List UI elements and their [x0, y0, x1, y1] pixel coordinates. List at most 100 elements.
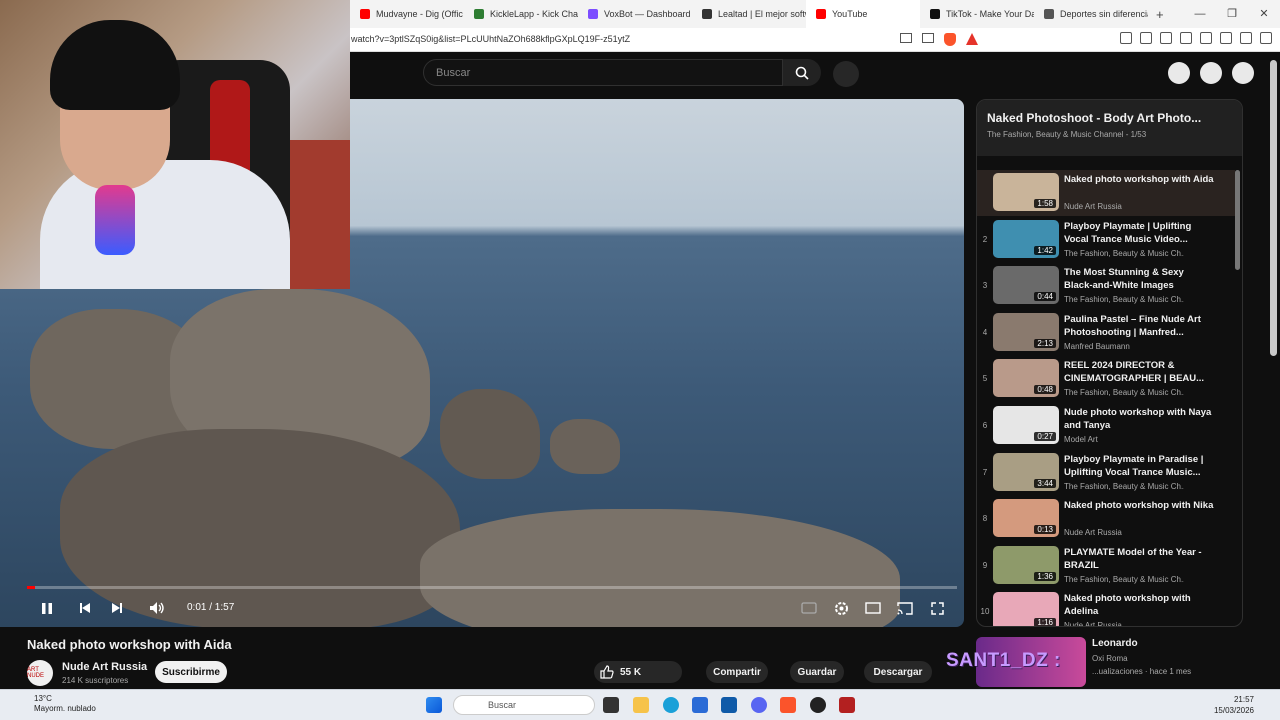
- download-icon[interactable]: [1140, 32, 1152, 44]
- next-button[interactable]: [108, 599, 126, 617]
- browser-tab[interactable]: Mudvayne - Dig (Offic: [350, 0, 464, 28]
- subscribe-button[interactable]: Suscribirme: [155, 661, 227, 683]
- weather-widget[interactable]: 13°C Mayorm. nublado: [10, 694, 96, 714]
- tab-favicon-icon: [474, 9, 484, 19]
- page-scrollbar[interactable]: [1270, 60, 1277, 356]
- url-actions: [900, 33, 978, 46]
- browser-tab[interactable]: Lealtad | El mejor softw: [692, 0, 806, 28]
- gear-icon: [834, 601, 848, 615]
- settings-button[interactable]: [832, 599, 850, 617]
- restore-icon[interactable]: ❐: [1216, 0, 1248, 28]
- create-button[interactable]: [1168, 62, 1190, 84]
- screen: Mudvayne - Dig (Offic KickleLapp - Kick C…: [0, 0, 1280, 720]
- brave-shield-icon[interactable]: [944, 33, 956, 46]
- search-button[interactable]: [783, 59, 821, 86]
- voice-search-button[interactable]: [833, 61, 859, 87]
- url-field[interactable]: watch?v=3ptlSZqS0ig&list=PLcUUhtNaZOh688…: [351, 34, 630, 44]
- player-controls: 0:01 / 1:57: [0, 579, 964, 627]
- browser-tab[interactable]: YouTube: [806, 0, 920, 28]
- video-frame-rock: [550, 419, 620, 474]
- screenshot-icon[interactable]: [1120, 32, 1132, 44]
- subtitles-button[interactable]: [800, 599, 818, 617]
- start-icon[interactable]: [426, 697, 442, 713]
- outlook-icon[interactable]: [721, 697, 737, 713]
- browser-tab[interactable]: KickleLapp - Kick Chat: [464, 0, 578, 28]
- playlist-item-index: 9: [982, 560, 988, 570]
- app-icon[interactable]: [839, 697, 855, 713]
- playlist-item[interactable]: 9 1:36 PLAYMATE Model of the Year - BRAZIL…: [977, 543, 1235, 589]
- cast-icon[interactable]: [900, 33, 912, 43]
- tab-label: Deportes sin diferencia: [1060, 9, 1148, 19]
- channel-name[interactable]: Nude Art Russia: [62, 661, 147, 673]
- cast-button[interactable]: [896, 599, 914, 617]
- playlist-item[interactable]: 5 0:48 REEL 2024 DIRECTOR & CINEMATOGRAPHE…: [977, 356, 1235, 402]
- like-button[interactable]: 55 K: [594, 661, 682, 683]
- playlist-item-duration: 1:58: [1034, 199, 1056, 208]
- minimize-icon[interactable]: —: [1184, 0, 1216, 28]
- playlist-scrollbar[interactable]: [1235, 170, 1240, 270]
- account-avatar[interactable]: [1232, 62, 1254, 84]
- share-icon[interactable]: [922, 33, 934, 43]
- playlist-title[interactable]: Naked Photoshoot - Body Art Photo...: [987, 111, 1201, 125]
- playlist-item[interactable]: 4 2:13 Paulina Pastel – Fine Nude Art Phot…: [977, 310, 1235, 356]
- store-icon[interactable]: [692, 697, 708, 713]
- weather-desc: Mayorm. nublado: [34, 704, 96, 713]
- tab-label: TikTok - Make Your Da: [946, 9, 1034, 19]
- leo-icon[interactable]: [1220, 32, 1232, 44]
- clock[interactable]: 21:57 15/03/2026: [1214, 694, 1254, 716]
- menu-icon[interactable]: [1260, 32, 1272, 44]
- playlist-item-index: 8: [982, 514, 988, 524]
- volume-button[interactable]: [148, 599, 166, 617]
- playlist-item-duration: 0:48: [1034, 385, 1056, 395]
- theater-button[interactable]: [864, 599, 882, 617]
- tab-favicon-icon: [702, 9, 712, 19]
- fullscreen-icon: [930, 601, 944, 615]
- task-view-icon[interactable]: [603, 697, 619, 713]
- browser-tab[interactable]: VoxBot — Dashboard: [578, 0, 692, 28]
- tab-label: KickleLapp - Kick Chat: [490, 9, 578, 19]
- new-tab-button[interactable]: +: [1148, 7, 1172, 22]
- notifications-button[interactable]: [1200, 62, 1222, 84]
- playlist-item[interactable]: 8 0:13 Naked photo workshop with Nika Nude …: [977, 496, 1235, 542]
- vpn-icon[interactable]: [1240, 32, 1252, 44]
- brave-icon[interactable]: [780, 697, 796, 713]
- music-icon[interactable]: [1160, 32, 1172, 44]
- playlist-item[interactable]: 10 1:16 Naked photo workshop with Adelina N…: [977, 589, 1235, 627]
- tab-favicon-icon: [816, 9, 826, 19]
- download-button[interactable]: Descargar: [864, 661, 932, 683]
- playlist-item[interactable]: 1:58 Naked photo workshop with Aida Nude A…: [977, 170, 1235, 216]
- fullscreen-button[interactable]: [928, 599, 946, 617]
- pause-button[interactable]: [38, 599, 56, 617]
- search-input[interactable]: Buscar: [423, 59, 783, 86]
- browser-tab[interactable]: TikTok - Make Your Da: [920, 0, 1034, 28]
- rewards-icon[interactable]: [966, 33, 978, 45]
- playlist-item-channel: Nude Art Russia: [1064, 621, 1122, 627]
- playlist-item-index: 7: [982, 467, 988, 477]
- playlist-item[interactable]: 3 0:44 The Most Stunning & Sexy Black-and-…: [977, 263, 1235, 309]
- obs-icon[interactable]: [810, 697, 826, 713]
- playlist-item-duration: 0:27: [1034, 432, 1056, 441]
- microphone-icon: [95, 185, 135, 255]
- progress-bar[interactable]: [27, 586, 957, 589]
- wallet-icon[interactable]: [1200, 32, 1212, 44]
- playlist-item-index: 2: [982, 234, 988, 244]
- playlist-item-index: 3: [982, 281, 988, 291]
- browser-tab[interactable]: Deportes sin diferencia: [1034, 0, 1148, 28]
- save-button[interactable]: Guardar: [790, 661, 844, 683]
- share-button[interactable]: Compartir: [706, 661, 768, 683]
- playlist-item[interactable]: 7 3:44 Playboy Playmate in Paradise | Upli…: [977, 450, 1235, 496]
- discord-icon[interactable]: [751, 697, 767, 713]
- edge-icon[interactable]: [663, 697, 679, 713]
- playlist-item[interactable]: 6 0:27 Nude photo workshop with Naya and T…: [977, 403, 1235, 449]
- sidebar-icon[interactable]: [1180, 32, 1192, 44]
- playlist-item-duration: 1:16: [1034, 618, 1056, 626]
- playlist-item[interactable]: 2 1:42 Playboy Playmate | Uplifting Vocal …: [977, 217, 1235, 263]
- playlist-item-channel: Nude Art Russia: [1064, 528, 1122, 538]
- previous-button[interactable]: [76, 599, 94, 617]
- taskbar-search[interactable]: Buscar: [453, 695, 595, 715]
- channel-avatar[interactable]: ART NUDE: [27, 660, 53, 686]
- close-icon[interactable]: ✕: [1248, 0, 1280, 28]
- file-explorer-icon[interactable]: [633, 697, 649, 713]
- playlist-item-title: REEL 2024 DIRECTOR & CINEMATOGRAPHER | B…: [1064, 360, 1205, 385]
- next-icon: [112, 603, 122, 613]
